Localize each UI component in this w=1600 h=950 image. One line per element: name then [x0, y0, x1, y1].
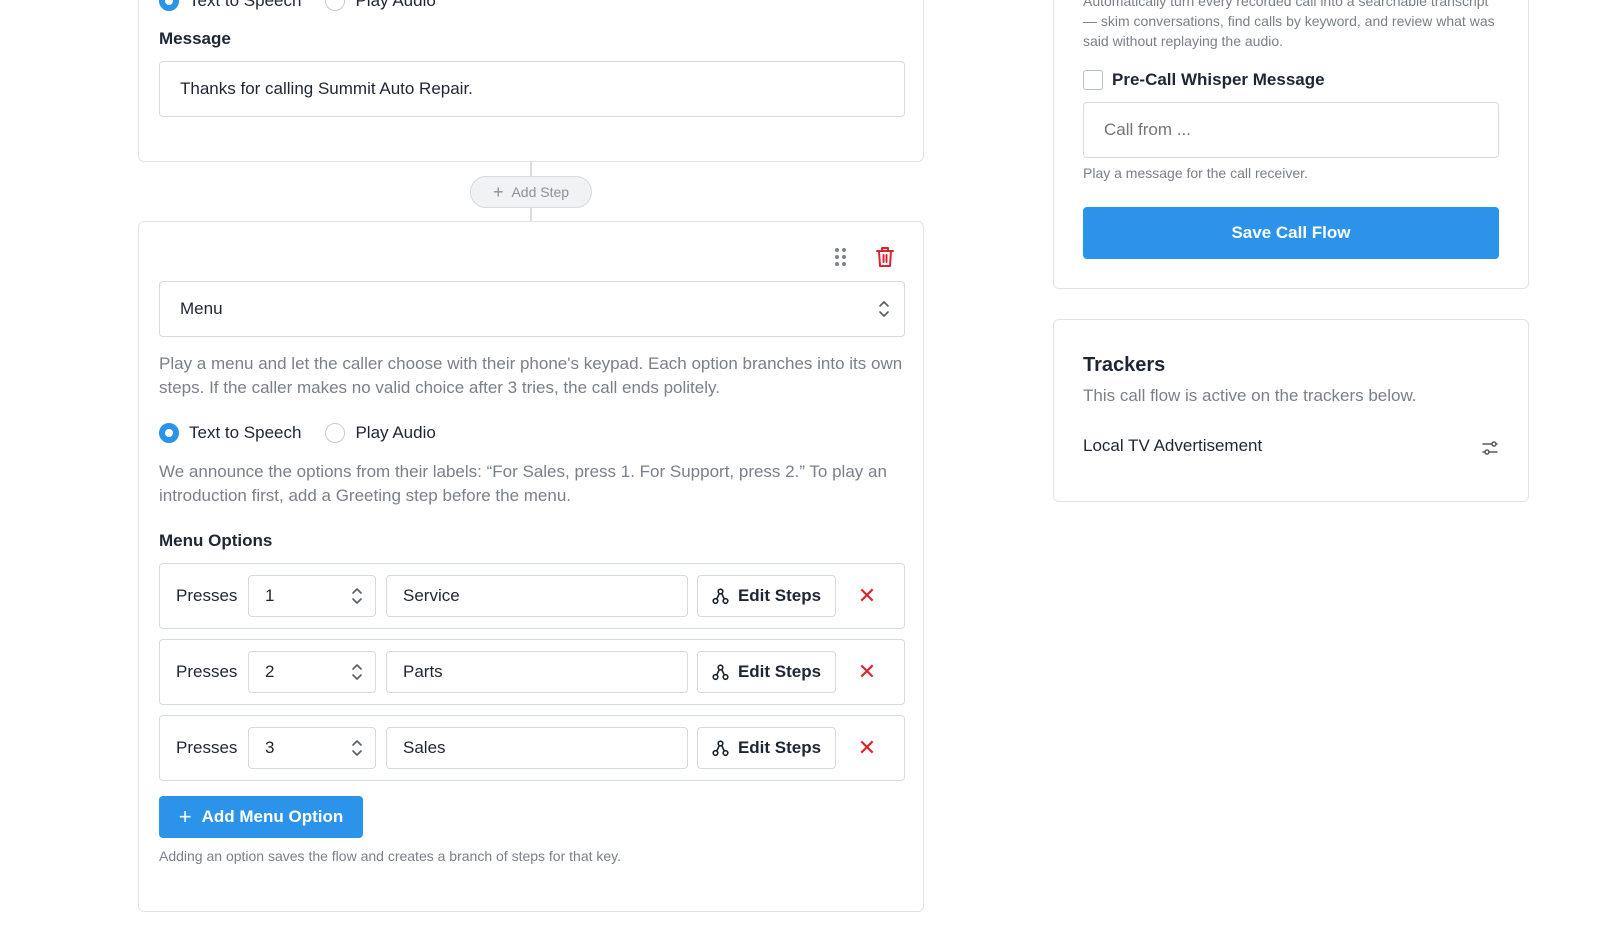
add-option-hint: Adding an option saves the flow and crea… [159, 848, 622, 864]
message-input[interactable]: Thanks for calling Summit Auto Repair. [159, 61, 905, 117]
presses-label: Presses [176, 586, 238, 605]
menu-option-row: Presses 3 Sales Edit Steps ✕ [159, 715, 905, 781]
plus-icon: + [178, 804, 192, 829]
step-type-value: Menu [180, 299, 223, 318]
menu-options-label: Menu Options [159, 531, 273, 550]
menu-option-row: Presses 1 Service Edit Steps ✕ [159, 563, 905, 629]
greeting-voice-options: Text to Speech Play Audio [159, 0, 460, 11]
key-select[interactable]: 1 [248, 575, 376, 617]
close-icon[interactable]: ✕ [856, 661, 878, 683]
edit-steps-button[interactable]: Edit Steps [697, 727, 836, 769]
announce-note: We announce the options from their label… [159, 462, 887, 505]
add-menu-option-button[interactable]: + Add Menu Option [159, 796, 363, 838]
option-name-input[interactable]: Service [386, 575, 688, 617]
key-select[interactable]: 2 [248, 651, 376, 693]
edit-steps-button[interactable]: Edit Steps [697, 651, 836, 693]
chevron-up-down-icon [879, 301, 889, 317]
key-value: 2 [265, 662, 275, 681]
key-value: 3 [265, 738, 275, 757]
trackers-card: Trackers This call flow is active on the… [1053, 319, 1529, 502]
menu-step-card: Menu Play a menu and let the caller choo… [138, 221, 924, 912]
option-name-input[interactable]: Sales [386, 727, 688, 769]
key-select[interactable]: 3 [248, 727, 376, 769]
trackers-title: Trackers [1083, 354, 1166, 376]
whisper-help: Play a message for the call receiver. [1083, 165, 1308, 181]
menu-voice-options: Text to Speech Play Audio [159, 423, 460, 443]
call-settings-card: Automatically turn every recorded call i… [1053, 0, 1529, 289]
whisper-message-input[interactable] [1083, 102, 1499, 158]
branch-icon [712, 739, 729, 756]
greeting-play-audio-radio[interactable] [325, 0, 346, 11]
plus-icon: + [492, 181, 504, 202]
close-icon[interactable]: ✕ [856, 585, 878, 607]
key-value: 1 [265, 586, 275, 605]
tracker-item[interactable]: Local TV Advertisement [1083, 436, 1262, 456]
branch-icon [712, 587, 729, 604]
menu-tts-radio[interactable] [159, 423, 179, 443]
connector-line [530, 208, 532, 221]
option-name-input[interactable]: Parts [386, 651, 688, 693]
branch-icon [712, 663, 729, 680]
menu-option-row: Presses 2 Parts Edit Steps ✕ [159, 639, 905, 705]
greeting-step-card: Text to Speech Play Audio Message Thanks… [138, 0, 924, 162]
add-step-button[interactable]: + Add Step [470, 176, 592, 208]
whisper-label: Pre-Call Whisper Message [1112, 70, 1325, 89]
transcription-description: Automatically turn every recorded call i… [1083, 0, 1495, 49]
greeting-tts-label: Text to Speech [189, 0, 302, 10]
menu-play-audio-label: Play Audio [355, 423, 436, 442]
chevron-up-down-icon [352, 740, 362, 756]
menu-play-audio-radio[interactable] [325, 423, 346, 443]
greeting-tts-radio[interactable] [159, 0, 179, 11]
edit-steps-button[interactable]: Edit Steps [697, 575, 836, 617]
menu-description: Play a menu and let the caller choose wi… [159, 354, 903, 397]
greeting-play-audio-label: Play Audio [355, 0, 436, 10]
presses-label: Presses [176, 738, 238, 757]
drag-handle-icon[interactable] [835, 248, 847, 266]
menu-tts-label: Text to Speech [189, 423, 302, 442]
edit-steps-label: Edit Steps [737, 738, 822, 757]
add-menu-option-label: Add Menu Option [201, 807, 344, 826]
connector-line [530, 162, 532, 176]
chevron-up-down-icon [352, 664, 362, 680]
chevron-up-down-icon [352, 588, 362, 604]
save-call-flow-button[interactable]: Save Call Flow [1083, 207, 1499, 259]
edit-steps-label: Edit Steps [737, 662, 822, 681]
edit-steps-label: Edit Steps [737, 586, 822, 605]
trash-icon[interactable] [875, 246, 895, 268]
message-label: Message [159, 29, 231, 48]
whisper-checkbox[interactable] [1083, 70, 1103, 90]
trackers-subtitle: This call flow is active on the trackers… [1083, 386, 1417, 405]
close-icon[interactable]: ✕ [856, 737, 878, 759]
step-type-select[interactable]: Menu [159, 281, 905, 337]
add-step-label: Add Step [511, 184, 570, 200]
presses-label: Presses [176, 662, 238, 681]
settings-sliders-icon[interactable] [1482, 440, 1498, 456]
